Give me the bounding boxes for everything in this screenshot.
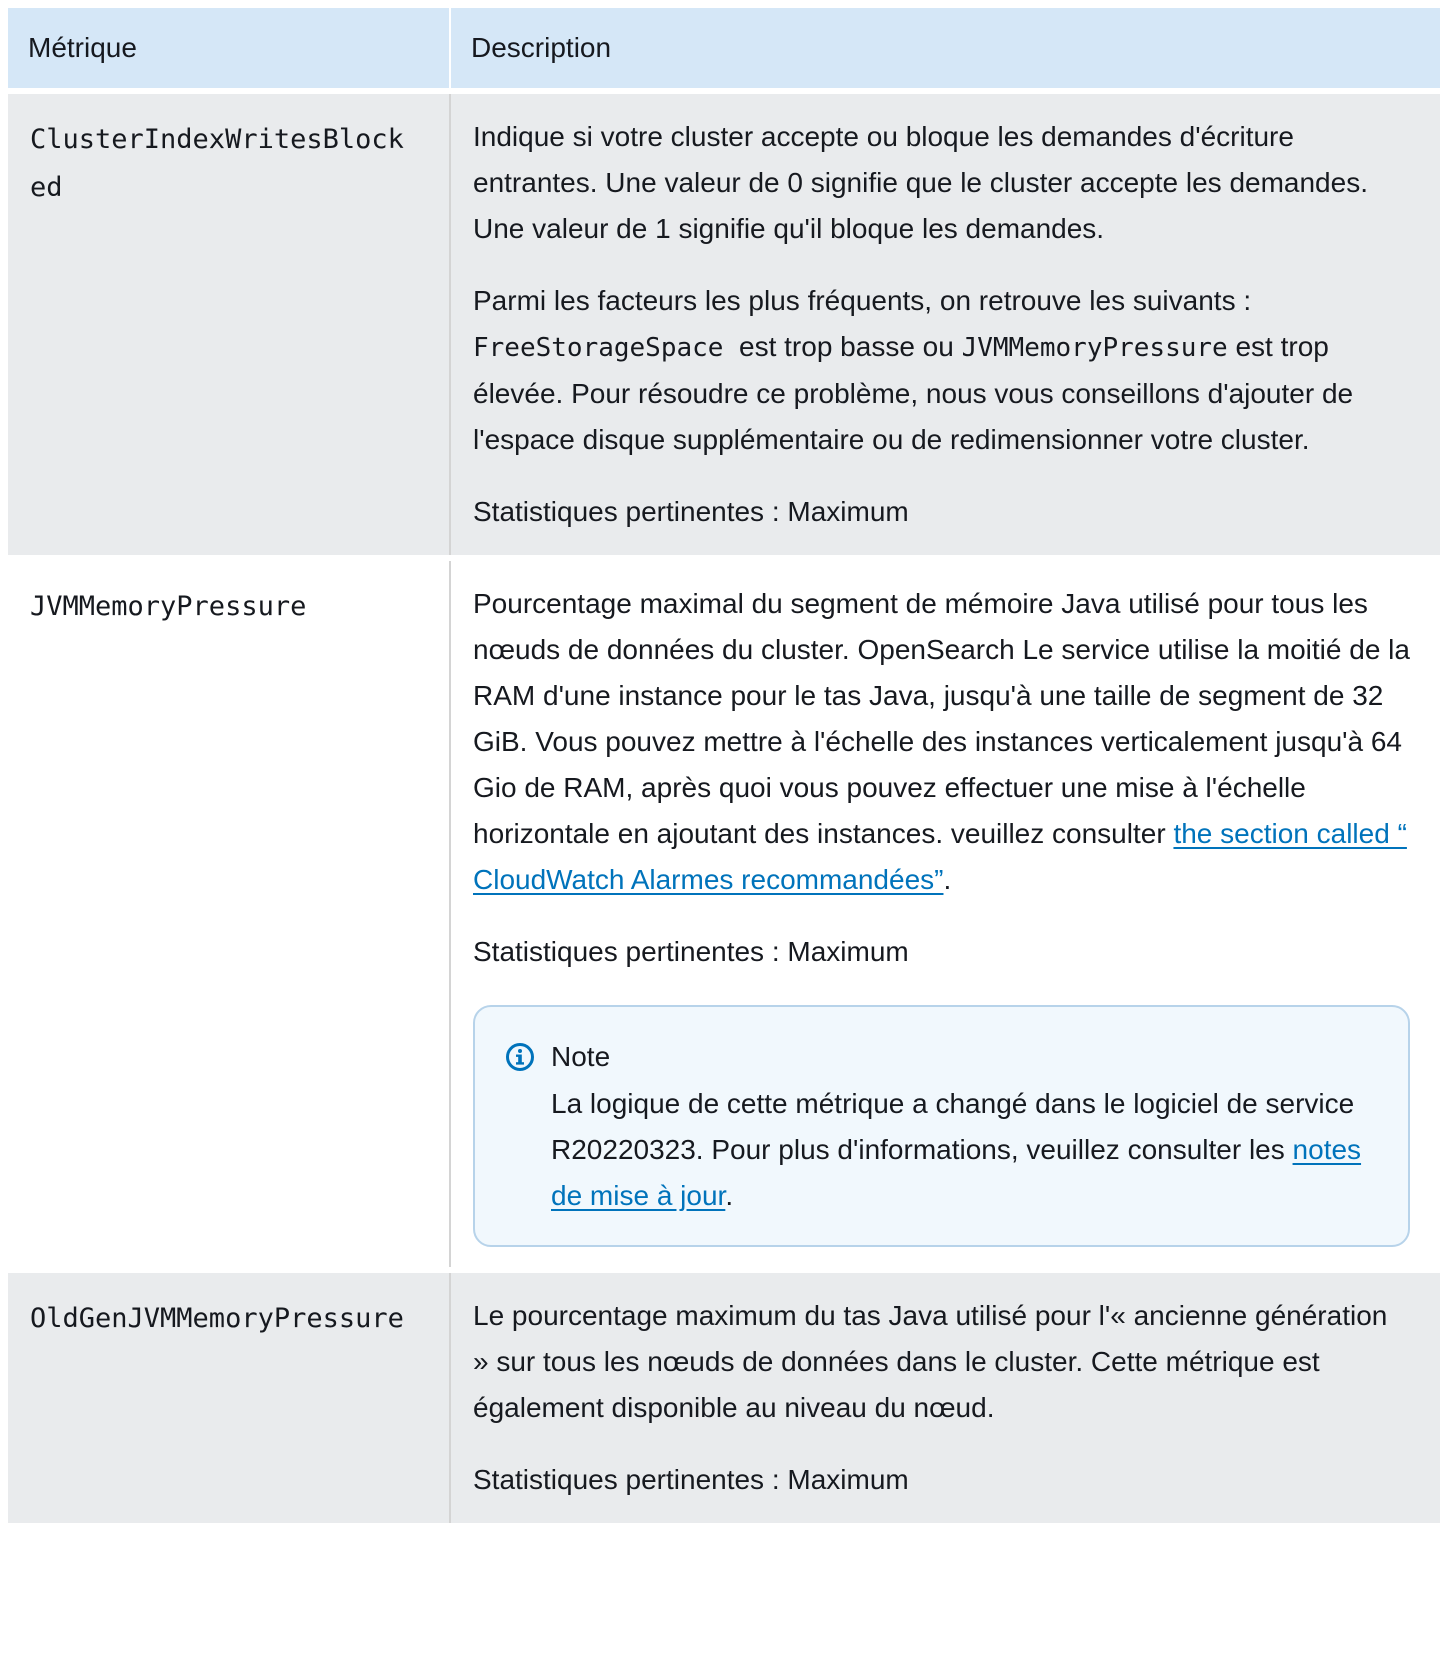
table-row: JVMMemoryPressure Pourcentage maximal du…: [8, 555, 1440, 1270]
description-text: .: [943, 864, 952, 895]
description-paragraph: Indique si votre cluster accepte ou bloq…: [473, 121, 1368, 244]
table-header-row: Métrique Description: [8, 8, 1440, 91]
column-header-description: Description: [450, 8, 1440, 91]
note-text: La logique de cette métrique a changé da…: [551, 1088, 1355, 1165]
metric-cell: ClusterIndexWritesBlocked: [8, 88, 451, 558]
metrics-table: Métrique Description ClusterIndexWritesB…: [8, 8, 1440, 1523]
inline-code: FreeStorageSpace: [473, 333, 724, 363]
relevant-statistics: Statistiques pertinentes : Maximum: [473, 496, 909, 527]
metric-name: JVMMemoryPressure: [30, 591, 307, 622]
relevant-statistics: Statistiques pertinentes : Maximum: [473, 1464, 909, 1495]
description-cell: Indique si votre cluster accepte ou bloq…: [450, 88, 1440, 558]
note-header: Note: [505, 1037, 1380, 1077]
column-header-metric: Métrique: [8, 8, 451, 91]
note-box: Note La logique de cette métrique a chan…: [473, 1005, 1410, 1247]
inline-code: JVMMemoryPressure: [961, 333, 1228, 363]
metric-cell: JVMMemoryPressure: [8, 555, 451, 1270]
description-text: Parmi les facteurs les plus fréquents, o…: [473, 285, 1252, 316]
description-cell: Pourcentage maximal du segment de mémoir…: [450, 555, 1440, 1270]
relevant-statistics: Statistiques pertinentes : Maximum: [473, 936, 909, 967]
info-icon: [506, 1043, 534, 1071]
metric-cell: OldGenJVMMemoryPressure: [8, 1267, 451, 1523]
table-row: ClusterIndexWritesBlocked Indique si vot…: [8, 88, 1440, 558]
description-paragraph: Parmi les facteurs les plus fréquents, o…: [473, 278, 1410, 463]
table-row: OldGenJVMMemoryPressure Le pourcentage m…: [8, 1267, 1440, 1523]
description-text: est trop basse ou: [723, 331, 962, 362]
metric-name: OldGenJVMMemoryPressure: [30, 1303, 404, 1334]
metric-name: ClusterIndexWritesBlocked: [30, 124, 404, 203]
note-text: .: [725, 1180, 734, 1211]
note-body: La logique de cette métrique a changé da…: [551, 1077, 1380, 1219]
description-cell: Le pourcentage maximum du tas Java utili…: [450, 1267, 1440, 1523]
description-paragraph: Le pourcentage maximum du tas Java utili…: [473, 1300, 1388, 1423]
note-title: Note: [551, 1041, 611, 1072]
description-text: Pourcentage maximal du segment de mémoir…: [473, 588, 1410, 849]
description-paragraph: Pourcentage maximal du segment de mémoir…: [473, 581, 1410, 903]
